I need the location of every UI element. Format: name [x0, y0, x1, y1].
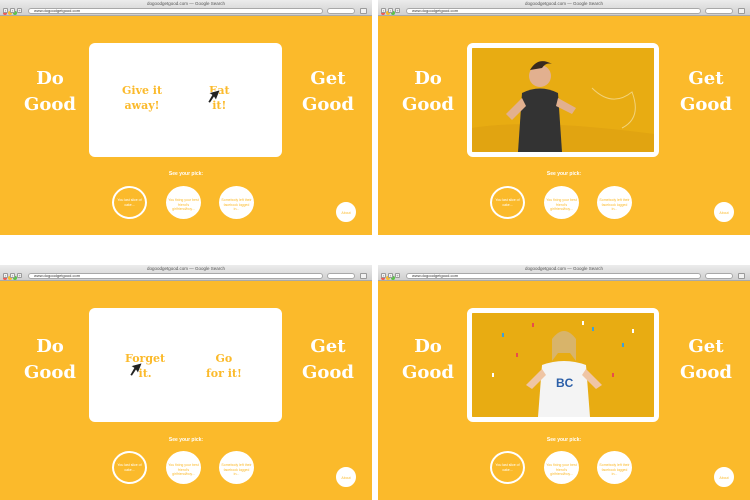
forward-arrow-icon[interactable]: ›: [388, 8, 393, 13]
cursor-arrow-icon: [129, 362, 143, 376]
pick-button-1[interactable]: You last slice of cake...: [112, 451, 147, 484]
window-title: dogoodgetgood.com — Google Search: [524, 1, 604, 6]
do-good-heading: Do Good: [402, 68, 454, 115]
pick-button-2[interactable]: You fixing your best friend's girlfriend…: [166, 186, 201, 219]
video-player[interactable]: [467, 43, 659, 157]
search-field[interactable]: [705, 273, 733, 279]
address-bar[interactable]: www.dogoodgetgood.com: [28, 273, 323, 279]
pick-button-3[interactable]: Somebody left their facebook logged in..…: [597, 186, 632, 219]
pick-button-1[interactable]: You last slice of cake...: [112, 186, 147, 219]
pick-button-2[interactable]: You fixing your best friend's girlfriend…: [166, 451, 201, 484]
get-good-heading: Get Good: [302, 68, 354, 115]
back-arrow-icon[interactable]: ‹: [381, 8, 386, 13]
share-icon[interactable]: +: [395, 273, 400, 278]
do-good-heading: Do Good: [24, 68, 76, 115]
screenshot-panel-bottom-left: dogoodgetgood.com — Google Search ‹ › + …: [0, 265, 372, 500]
search-field[interactable]: [327, 273, 355, 279]
address-bar[interactable]: www.dogoodgetgood.com: [406, 8, 701, 14]
about-button[interactable]: About: [714, 467, 734, 487]
screenshot-panel-bottom-right: dogoodgetgood.com — Google Search ‹ › + …: [378, 265, 750, 500]
menu-icon[interactable]: [738, 8, 745, 14]
choice-go-for-it[interactable]: Go for it!: [206, 351, 242, 381]
svg-text:BC: BC: [556, 376, 574, 390]
window-title: dogoodgetgood.com — Google Search: [146, 266, 226, 271]
get-good-heading: Get Good: [680, 68, 732, 115]
pick-button-2[interactable]: You fixing your best friend's girlfriend…: [544, 451, 579, 484]
window-title: dogoodgetgood.com — Google Search: [146, 1, 226, 6]
share-icon[interactable]: +: [17, 273, 22, 278]
share-icon[interactable]: +: [395, 8, 400, 13]
about-button[interactable]: About: [714, 202, 734, 222]
pick-button-1[interactable]: You last slice of cake...: [490, 451, 525, 484]
screenshot-panel-top-left: dogoodgetgood.com — Google Search ‹ › + …: [0, 0, 372, 235]
about-button[interactable]: About: [336, 467, 356, 487]
see-your-pick-label: See your pick:: [168, 171, 204, 177]
pick-button-3[interactable]: Somebody left their facebook logged in..…: [597, 451, 632, 484]
back-arrow-icon[interactable]: ‹: [3, 273, 8, 278]
video-frame-person-confetti: BC: [472, 313, 654, 417]
search-field[interactable]: [705, 8, 733, 14]
video-frame-person-dancing: [472, 48, 654, 152]
pick-button-3[interactable]: Somebody left their facebook logged in..…: [219, 451, 254, 484]
pick-button-1[interactable]: You last slice of cake...: [490, 186, 525, 219]
share-icon[interactable]: +: [17, 8, 22, 13]
pick-button-2[interactable]: You fixing your best friend's girlfriend…: [544, 186, 579, 219]
browser-toolbar: dogoodgetgood.com — Google Search ‹ › + …: [378, 265, 750, 281]
browser-toolbar: dogoodgetgood.com — Google Search ‹ › + …: [0, 0, 372, 16]
see-your-pick-label: See your pick:: [546, 437, 582, 443]
menu-icon[interactable]: [360, 8, 367, 14]
back-arrow-icon[interactable]: ‹: [3, 8, 8, 13]
do-good-heading: Do Good: [24, 336, 76, 383]
back-arrow-icon[interactable]: ‹: [381, 273, 386, 278]
do-good-heading: Do Good: [402, 336, 454, 383]
forward-arrow-icon[interactable]: ›: [388, 273, 393, 278]
cursor-arrow-icon: [207, 89, 221, 103]
address-bar[interactable]: www.dogoodgetgood.com: [28, 8, 323, 14]
see-your-pick-label: See your pick:: [168, 437, 204, 443]
screenshot-panel-top-right: dogoodgetgood.com — Google Search ‹ › + …: [378, 0, 750, 235]
menu-icon[interactable]: [738, 273, 745, 279]
menu-icon[interactable]: [360, 273, 367, 279]
see-your-pick-label: See your pick:: [546, 171, 582, 177]
search-field[interactable]: [327, 8, 355, 14]
get-good-heading: Get Good: [680, 336, 732, 383]
window-title: dogoodgetgood.com — Google Search: [524, 266, 604, 271]
forward-arrow-icon[interactable]: ›: [10, 273, 15, 278]
pick-button-3[interactable]: Somebody left their facebook logged in..…: [219, 186, 254, 219]
browser-toolbar: dogoodgetgood.com — Google Search ‹ › + …: [378, 0, 750, 16]
get-good-heading: Get Good: [302, 336, 354, 383]
choice-card: Give itaway! Eatit!: [89, 43, 282, 157]
about-button[interactable]: About: [336, 202, 356, 222]
browser-toolbar: dogoodgetgood.com — Google Search ‹ › + …: [0, 265, 372, 281]
address-bar[interactable]: www.dogoodgetgood.com: [406, 273, 701, 279]
choice-card: Forget it. Go for it!: [89, 308, 282, 422]
choice-give-it-away[interactable]: Give it away!: [122, 83, 162, 113]
forward-arrow-icon[interactable]: ›: [10, 8, 15, 13]
video-player[interactable]: BC: [467, 308, 659, 422]
